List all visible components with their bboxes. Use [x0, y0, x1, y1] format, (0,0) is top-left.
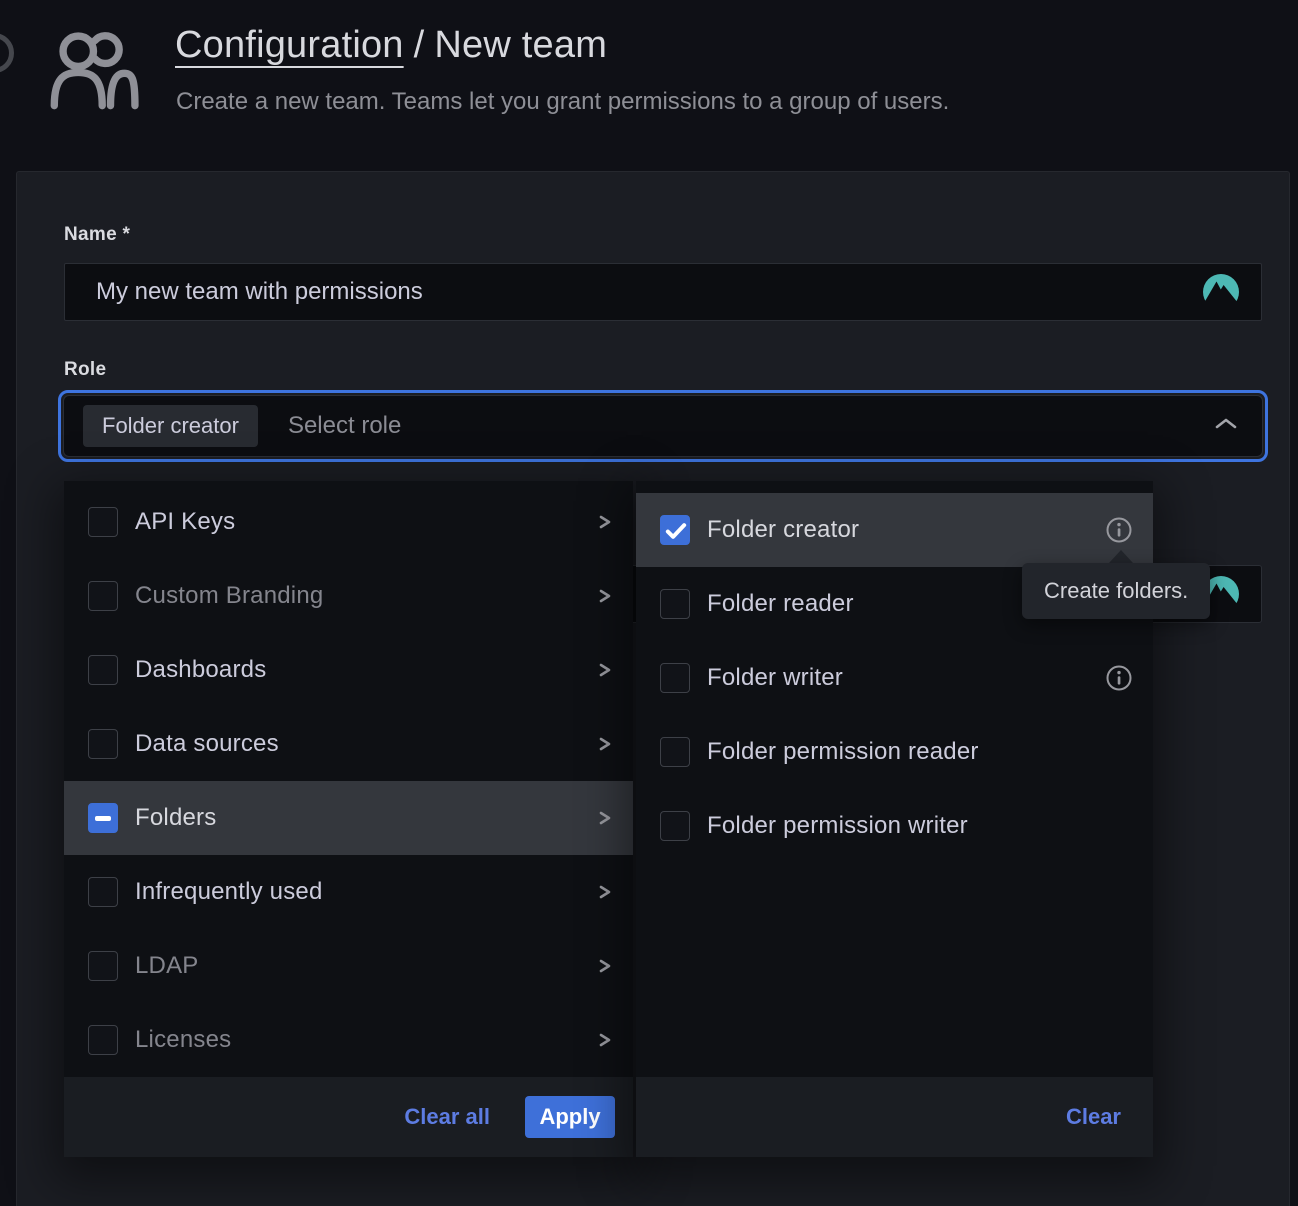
clear-button[interactable]: Clear — [1066, 1104, 1121, 1130]
role-label-text: Folder writer — [707, 664, 843, 692]
role-checkbox[interactable] — [660, 811, 690, 841]
name-label: Name * — [64, 224, 130, 246]
role-row[interactable]: Folder permission writer — [636, 789, 1153, 863]
role-label-text: Folder reader — [707, 590, 854, 618]
role-picker-roles: Folder creator Folder reader — [636, 481, 1153, 863]
category-checkbox[interactable] — [88, 1025, 118, 1055]
category-row[interactable]: API Keys — [64, 485, 633, 559]
clear-all-button[interactable]: Clear all — [404, 1104, 490, 1130]
chevron-right-icon — [597, 806, 613, 830]
info-icon[interactable] — [1105, 664, 1133, 692]
category-menu-footer: Clear all Apply — [64, 1077, 633, 1157]
tooltip-arrow — [1109, 550, 1133, 563]
role-label-text: Folder permission writer — [707, 812, 968, 840]
role-menu-footer: Clear — [636, 1077, 1153, 1157]
role-checkbox[interactable] — [660, 737, 690, 767]
category-label: Dashboards — [135, 656, 266, 684]
role-checkbox[interactable] — [660, 589, 690, 619]
category-row[interactable]: LDAP — [64, 929, 633, 1003]
chevron-right-icon — [597, 954, 613, 978]
category-row[interactable]: Folders — [64, 781, 633, 855]
category-checkbox[interactable] — [88, 655, 118, 685]
category-row[interactable]: Data sources — [64, 707, 633, 781]
role-row[interactable]: Folder writer — [636, 641, 1153, 715]
role-picker-category-menu: API Keys Custom Branding Dashboards Data… — [64, 481, 633, 1157]
role-label-text: Folder permission reader — [707, 738, 979, 766]
selected-role-chip[interactable]: Folder creator — [83, 405, 258, 447]
chevron-right-icon — [597, 584, 613, 608]
breadcrumb-configuration-link[interactable]: Configuration — [175, 24, 404, 66]
category-label: API Keys — [135, 508, 235, 536]
role-row[interactable]: Folder permission reader — [636, 715, 1153, 789]
chevron-right-icon — [597, 732, 613, 756]
chevron-up-icon — [1214, 417, 1238, 436]
category-label: Infrequently used — [135, 878, 323, 906]
role-row[interactable]: Folder creator — [636, 493, 1153, 567]
role-select-placeholder: Select role — [288, 412, 401, 440]
name-field-wrapper — [64, 263, 1262, 321]
new-team-screen: Configuration/New team Create a new team… — [0, 0, 1298, 1206]
role-label-text: Folder creator — [707, 516, 859, 544]
role-picker-categories: API Keys Custom Branding Dashboards Data… — [64, 481, 633, 1077]
category-label: Licenses — [135, 1026, 231, 1054]
breadcrumb-separator: / — [414, 24, 425, 66]
category-row[interactable]: Infrequently used — [64, 855, 633, 929]
role-label: Role — [64, 359, 106, 381]
breadcrumb-current: New team — [434, 24, 607, 66]
role-select-focus-ring: Folder creator Select role — [58, 390, 1268, 462]
category-row[interactable]: Custom Branding — [64, 559, 633, 633]
role-select[interactable]: Folder creator Select role — [63, 395, 1263, 457]
category-checkbox[interactable] — [88, 803, 118, 833]
chevron-right-icon — [597, 880, 613, 904]
category-label: Custom Branding — [135, 582, 323, 610]
chevron-right-icon — [597, 510, 613, 534]
tooltip: Create folders. — [1022, 563, 1210, 619]
team-name-input[interactable] — [65, 264, 1261, 320]
page-subtitle: Create a new team. Teams let you grant p… — [176, 88, 949, 116]
category-checkbox[interactable] — [88, 581, 118, 611]
mountain-extension-icon[interactable] — [1203, 274, 1239, 310]
page-title: Configuration/New team — [175, 24, 607, 67]
chevron-right-icon — [597, 658, 613, 682]
apply-button[interactable]: Apply — [525, 1096, 615, 1138]
category-label: Data sources — [135, 730, 279, 758]
role-checkbox[interactable] — [660, 663, 690, 693]
category-label: LDAP — [135, 952, 199, 980]
category-checkbox[interactable] — [88, 507, 118, 537]
info-icon[interactable] — [1105, 516, 1133, 544]
category-label: Folders — [135, 804, 216, 832]
cutoff-circle-artifact — [0, 33, 14, 73]
chevron-right-icon — [597, 1028, 613, 1052]
users-icon — [46, 20, 140, 117]
category-checkbox[interactable] — [88, 951, 118, 981]
category-row[interactable]: Dashboards — [64, 633, 633, 707]
role-checkbox[interactable] — [660, 515, 690, 545]
category-checkbox[interactable] — [88, 877, 118, 907]
category-row[interactable]: Licenses — [64, 1003, 633, 1077]
category-checkbox[interactable] — [88, 729, 118, 759]
